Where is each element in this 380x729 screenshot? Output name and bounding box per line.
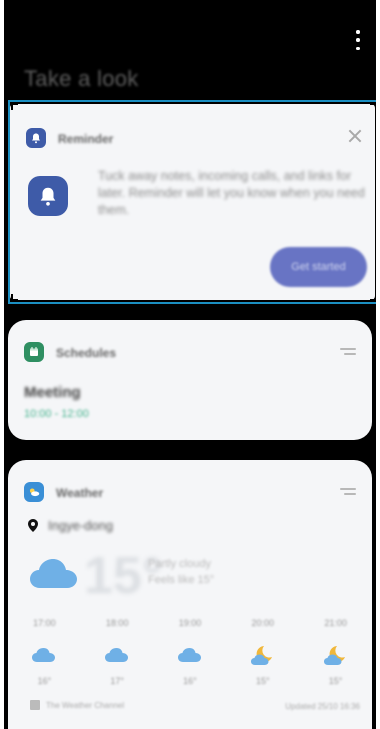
more-options-icon[interactable] [354, 30, 362, 50]
reminder-card[interactable]: Reminder Tuck away notes, incoming calls… [10, 104, 375, 300]
forecast-temp: 16° [37, 676, 52, 686]
forecast-temp: 15° [255, 676, 270, 686]
drag-handle-icon[interactable] [340, 488, 356, 495]
forecast-time: 19:00 [178, 618, 202, 628]
forecast-item: 21:00 15° [299, 618, 372, 686]
get-started-button[interactable]: Get started [270, 247, 367, 287]
forecast-temp: 17° [110, 676, 124, 686]
forecast-item: 17:00 16° [8, 618, 81, 686]
page-title: Take a look [24, 66, 139, 91]
condition-text: Partly cloudy [148, 558, 211, 570]
close-icon[interactable] [347, 128, 363, 144]
weather-card[interactable]: Weather Ingye-dong 15° Partly cloudy Fee… [8, 460, 372, 729]
event-time: 10:00 - 12:00 [24, 408, 89, 420]
event-title[interactable]: Meeting [24, 384, 81, 401]
schedules-card[interactable]: Schedules Meeting 10:00 - 12:00 [8, 320, 372, 440]
bell-icon [28, 176, 68, 216]
moon-cloud-icon [250, 640, 276, 670]
location[interactable]: Ingye-dong [28, 518, 113, 533]
forecast-temp: 15° [328, 676, 343, 686]
hourly-forecast: 17:00 16° 18:00 17° 19:00 16° 20:00 15° … [8, 618, 372, 686]
cloud-icon [31, 640, 57, 670]
reminder-description: Tuck away notes, incoming calls, and lin… [98, 169, 365, 217]
cloud-icon [28, 556, 80, 595]
drag-handle-icon[interactable] [340, 348, 356, 355]
weather-title: Weather [56, 486, 104, 500]
reminder-title: Reminder [58, 132, 114, 146]
location-pin-icon [28, 519, 38, 532]
forecast-item: 19:00 16° [154, 618, 227, 686]
feels-like: Feels like 15° [148, 574, 215, 586]
forecast-time: 17:00 [33, 618, 56, 628]
provider-logo-icon [30, 700, 40, 710]
updated-timestamp: Updated 25/10 16:36 [285, 702, 360, 711]
forecast-temp: 16° [183, 676, 197, 686]
weather-source[interactable]: The Weather Channel [30, 700, 124, 710]
forecast-time: 18:00 [105, 618, 129, 628]
screen: Take a look Reminder Tuck away notes, in… [4, 0, 376, 729]
reminder-app-icon [26, 128, 46, 148]
weather-condition: Partly cloudy Feels like 15° [148, 556, 214, 588]
source-label: The Weather Channel [46, 700, 125, 710]
forecast-item: 20:00 15° [226, 618, 299, 686]
cloud-icon [177, 640, 203, 670]
cloud-icon [104, 640, 130, 670]
forecast-item: 18:00 17° [81, 618, 154, 686]
location-name: Ingye-dong [48, 518, 114, 533]
forecast-time: 21:00 [324, 618, 347, 628]
moon-cloud-icon [323, 640, 349, 670]
forecast-time: 20:00 [251, 618, 275, 628]
weather-app-icon [24, 482, 44, 502]
schedules-title: Schedules [56, 346, 117, 360]
calendar-icon [24, 342, 44, 362]
